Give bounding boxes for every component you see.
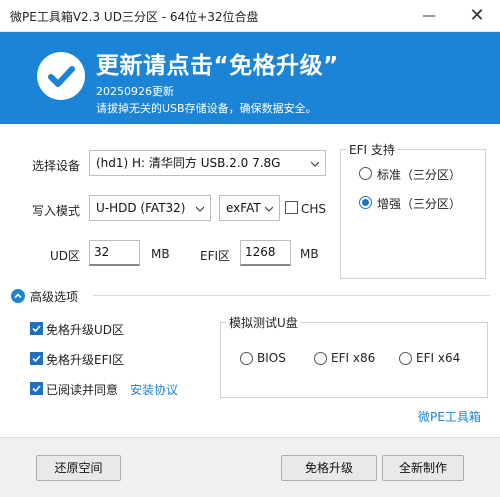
new-install-button[interactable]: 全新制作	[382, 455, 464, 481]
emulate-bios-label: BIOS	[257, 351, 286, 365]
chs-label: CHS	[301, 202, 327, 216]
ud-size-unit: MB	[151, 247, 170, 261]
minimize-button[interactable]: —	[406, 0, 452, 32]
brand-link[interactable]: 微PE工具箱	[418, 408, 481, 425]
ud-size-label: UD区	[50, 249, 81, 263]
banner-date: 20250926更新	[96, 85, 174, 98]
chevron-down-icon	[311, 161, 319, 167]
banner-headline: 更新请点击“免格升级”	[96, 53, 339, 79]
efi-enhanced-radio[interactable]	[359, 196, 372, 209]
advanced-options-title: 高级选项	[30, 290, 79, 304]
emulate-test-title: 模拟测试U盘	[226, 314, 301, 331]
device-select-value: (hd1) H: 清华同方 USB.2.0 7.8G	[96, 156, 281, 170]
filesystem-select[interactable]: exFAT	[219, 195, 280, 221]
title-bar: 微PE工具箱V2.3 UD三分区 - 64位+32位合盘 — ✕	[0, 0, 500, 32]
ud-size-input[interactable]: 32	[89, 240, 140, 266]
efi-standard-label: 标准（三分区）	[377, 168, 462, 182]
footer-bar: 还原空间 免格升级 全新制作	[0, 437, 500, 497]
restore-space-button[interactable]: 还原空间	[36, 455, 121, 481]
efi-size-unit: MB	[300, 247, 319, 261]
efi-enhanced-label: 增强（三分区）	[377, 197, 462, 211]
checkmark-icon	[37, 52, 85, 100]
write-mode-label: 写入模式	[32, 204, 81, 218]
upgrade-efi-label: 免格升级EFI区	[46, 353, 125, 367]
device-label: 选择设备	[32, 159, 81, 173]
window-title: 微PE工具箱V2.3 UD三分区 - 64位+32位合盘	[10, 10, 259, 24]
filesystem-value: exFAT	[226, 201, 261, 215]
device-select[interactable]: (hd1) H: 清华同方 USB.2.0 7.8G	[89, 150, 326, 176]
emulate-bios-radio[interactable]	[240, 352, 253, 365]
agree-checkbox[interactable]	[30, 382, 43, 395]
emulate-efi-x64-radio[interactable]	[399, 352, 412, 365]
chevron-down-icon	[196, 206, 204, 212]
header-banner: 更新请点击“免格升级” 20250926更新 请拔掉无关的USB存储设备，确保数…	[0, 32, 500, 124]
close-button[interactable]: ✕	[454, 0, 500, 32]
emulate-efi-x86-radio[interactable]	[314, 352, 327, 365]
divider	[93, 295, 490, 296]
upgrade-button[interactable]: 免格升级	[281, 455, 377, 481]
chevron-down-icon	[265, 206, 273, 212]
efi-size-label: EFI区	[200, 249, 231, 263]
collapse-toggle-icon[interactable]	[11, 289, 25, 303]
emulate-efi-x86-label: EFI x86	[331, 351, 376, 365]
efi-standard-radio[interactable]	[359, 167, 372, 180]
write-mode-select[interactable]: U-HDD (FAT32)	[89, 195, 211, 221]
chs-checkbox[interactable]	[285, 201, 298, 214]
efi-support-title: EFI 支持	[346, 141, 398, 158]
write-mode-value: U-HDD (FAT32)	[96, 201, 186, 215]
agreement-link[interactable]: 安装协议	[130, 381, 178, 398]
upgrade-ud-checkbox[interactable]	[30, 322, 43, 335]
upgrade-ud-label: 免格升级UD区	[46, 323, 125, 337]
banner-hint: 请拔掉无关的USB存储设备，确保数据安全。	[96, 102, 317, 115]
agree-label: 已阅读并同意	[46, 383, 119, 397]
efi-size-input[interactable]: 1268	[240, 240, 291, 266]
emulate-efi-x64-label: EFI x64	[416, 351, 461, 365]
upgrade-efi-checkbox[interactable]	[30, 352, 43, 365]
